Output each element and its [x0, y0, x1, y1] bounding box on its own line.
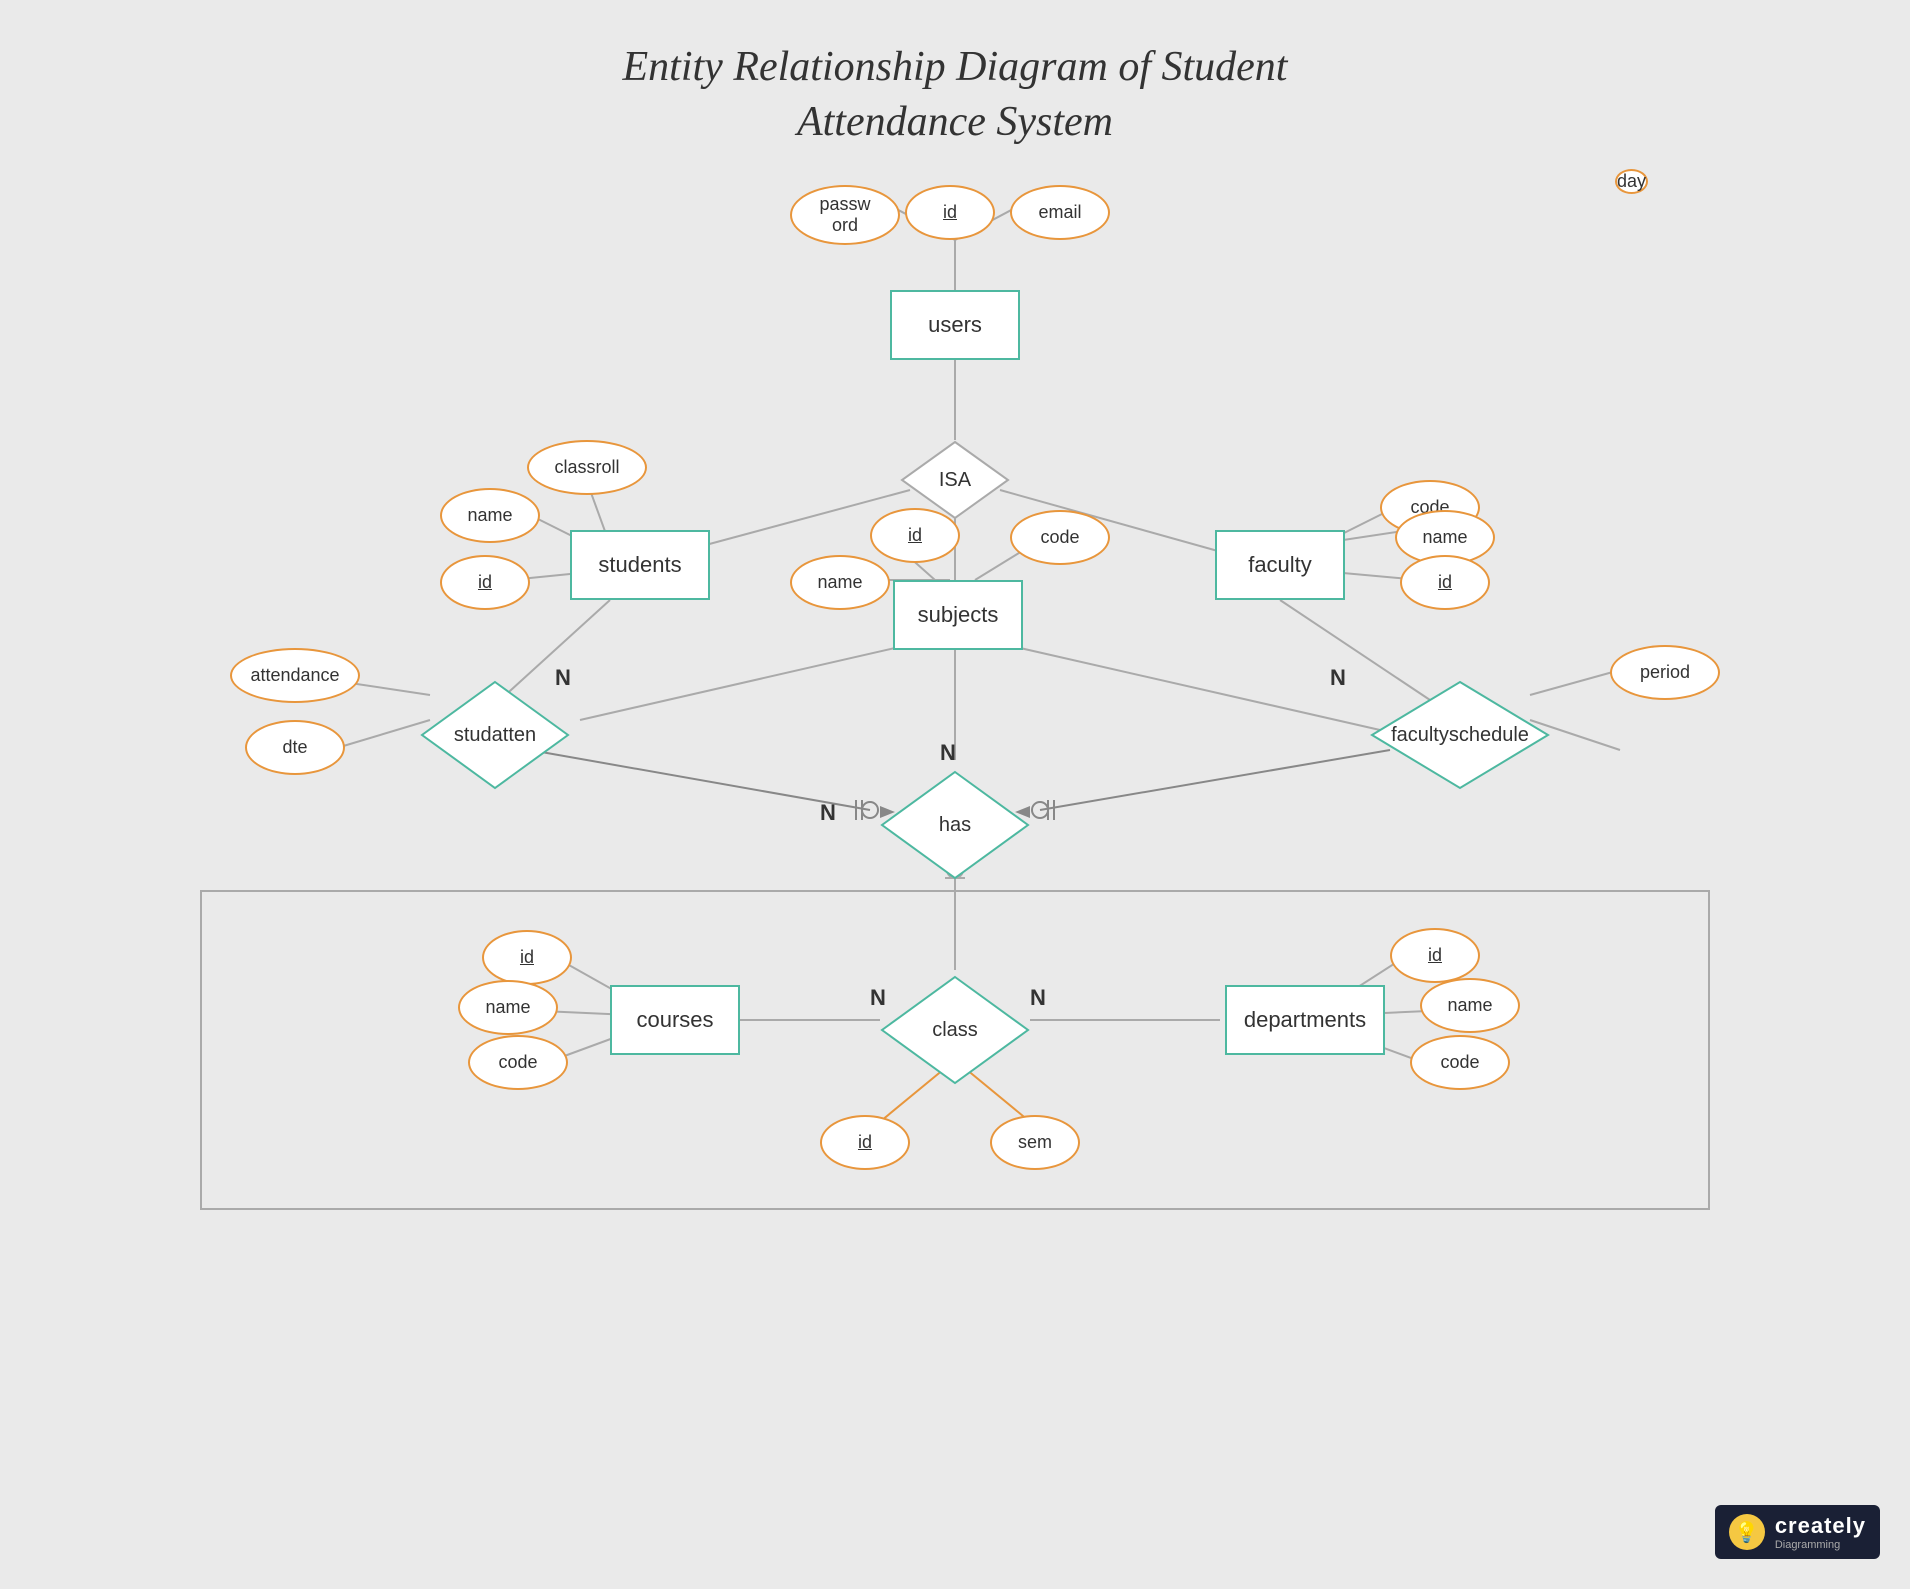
attr-students-name: name — [440, 488, 540, 543]
attr-users-id: id — [905, 185, 995, 240]
creately-logo: 💡 creately Diagramming — [1715, 1505, 1880, 1559]
attr-subjects-id: id — [870, 508, 960, 563]
attr-facultyschedule-day: day — [1615, 169, 1648, 194]
attr-studatten-dte: dte — [245, 720, 345, 775]
svg-text:N: N — [940, 740, 956, 765]
attr-users-email: email — [1010, 185, 1110, 240]
attr-subjects-name: name — [790, 555, 890, 610]
logo-subtext: Diagramming — [1775, 1539, 1866, 1551]
logo-brand: creately — [1775, 1513, 1866, 1539]
attr-subjects-code: code — [1010, 510, 1110, 565]
main-container: Entity Relationship Diagram of Student A… — [0, 0, 1910, 1589]
attr-users-password: password — [790, 185, 900, 245]
entity-students: students — [570, 530, 710, 600]
logo-bulb-icon: 💡 — [1729, 1514, 1765, 1550]
svg-text:N: N — [1330, 665, 1346, 690]
relationship-facultyschedule: facultyschedule — [1370, 680, 1550, 790]
relationship-studatten: studatten — [420, 680, 570, 790]
diagram-title: Entity Relationship Diagram of Student A… — [0, 40, 1910, 149]
relationship-has: has — [880, 770, 1030, 880]
entity-faculty: faculty — [1215, 530, 1345, 600]
logo-text: creately Diagramming — [1775, 1513, 1866, 1551]
title-area: Entity Relationship Diagram of Student A… — [0, 0, 1910, 169]
attr-faculty-id: id — [1400, 555, 1490, 610]
attr-students-classroll: classroll — [527, 440, 647, 495]
svg-text:N: N — [820, 800, 836, 825]
entity-users: users — [890, 290, 1020, 360]
attr-students-id: id — [440, 555, 530, 610]
attr-facultyschedule-period: period — [1610, 645, 1720, 700]
subgroup-box — [200, 890, 1710, 1210]
entity-subjects: subjects — [893, 580, 1023, 650]
attr-studatten-attendance: attendance — [230, 648, 360, 703]
